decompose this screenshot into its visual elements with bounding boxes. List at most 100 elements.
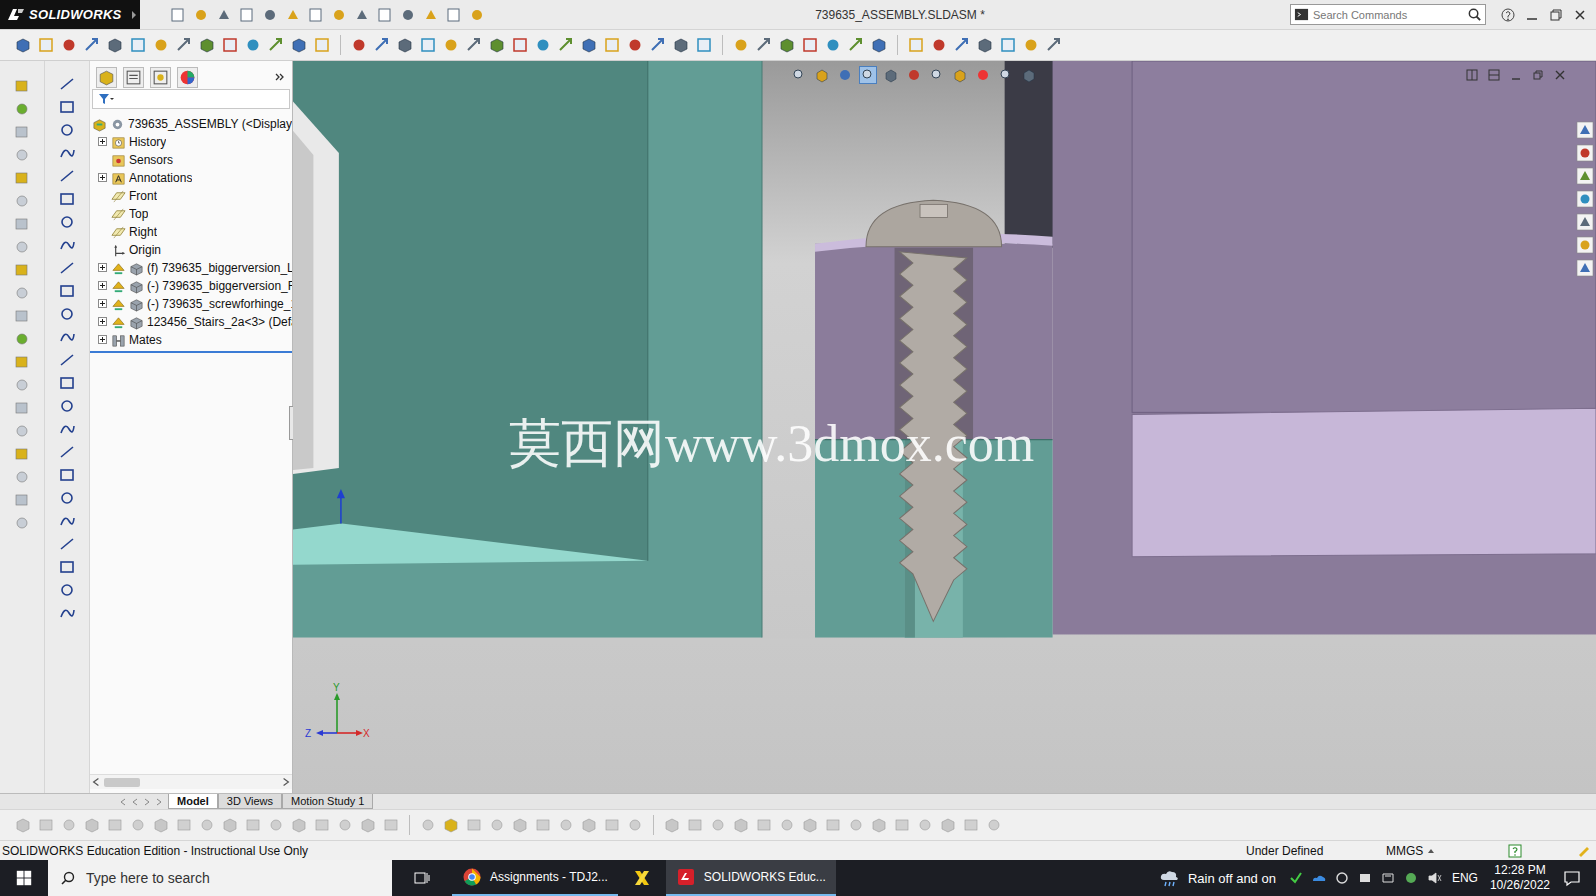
command-icon[interactable] bbox=[106, 36, 124, 54]
assembly-tool-icon[interactable] bbox=[129, 816, 147, 834]
command-icon[interactable] bbox=[1022, 36, 1040, 54]
quick-tool-icon[interactable] bbox=[446, 7, 462, 23]
property-tab-icon[interactable] bbox=[123, 67, 144, 88]
quick-tool-icon[interactable] bbox=[354, 7, 370, 23]
sketch-tool-icon[interactable] bbox=[58, 351, 76, 369]
windows-start-icon[interactable] bbox=[15, 869, 33, 887]
tree-item[interactable]: Origin bbox=[90, 241, 292, 259]
command-icon[interactable] bbox=[14, 36, 32, 54]
view-tool-icon[interactable] bbox=[1021, 67, 1037, 83]
expand-toggle-icon[interactable] bbox=[98, 137, 107, 146]
command-icon[interactable] bbox=[37, 36, 55, 54]
input-language[interactable]: ENG bbox=[1452, 871, 1478, 885]
menu-arrow-icon[interactable] bbox=[130, 9, 138, 21]
quick-tool-icon[interactable] bbox=[377, 7, 393, 23]
taskbar-search-field[interactable]: Type here to search bbox=[48, 860, 392, 896]
feature-tool-icon[interactable] bbox=[13, 215, 31, 233]
feature-tree-tab-icon[interactable] bbox=[96, 67, 117, 88]
command-icon[interactable] bbox=[847, 36, 865, 54]
command-icon[interactable] bbox=[488, 36, 506, 54]
sketch-tool-icon[interactable] bbox=[58, 397, 76, 415]
view-tool-icon[interactable] bbox=[906, 67, 922, 83]
command-icon[interactable] bbox=[953, 36, 971, 54]
command-icon[interactable] bbox=[267, 36, 285, 54]
tree-item[interactable]: Mates bbox=[90, 331, 292, 349]
command-icon[interactable] bbox=[778, 36, 796, 54]
assembly-tool-icon[interactable] bbox=[221, 816, 239, 834]
sketch-tool-icon[interactable] bbox=[58, 236, 76, 254]
sketch-tool-icon[interactable] bbox=[58, 512, 76, 530]
sketch-tool-icon[interactable] bbox=[58, 98, 76, 116]
expand-toggle-icon[interactable] bbox=[98, 317, 107, 326]
command-icon[interactable] bbox=[511, 36, 529, 54]
view-tool-icon[interactable] bbox=[883, 67, 899, 83]
sketch-tool-icon[interactable] bbox=[58, 121, 76, 139]
restore-icon[interactable] bbox=[1548, 7, 1564, 23]
feature-tool-icon[interactable] bbox=[13, 284, 31, 302]
assembly-tool-icon[interactable] bbox=[916, 816, 934, 834]
expand-toggle-icon[interactable] bbox=[98, 335, 107, 344]
tray-icon[interactable] bbox=[1334, 870, 1350, 886]
command-icon[interactable] bbox=[930, 36, 948, 54]
tree-horizontal-scrollbar[interactable] bbox=[90, 774, 292, 789]
command-icon[interactable] bbox=[83, 36, 101, 54]
expand-toggle-icon[interactable] bbox=[98, 281, 107, 290]
command-icon[interactable] bbox=[198, 36, 216, 54]
feature-tool-icon[interactable] bbox=[13, 514, 31, 532]
assembly-tool-icon[interactable] bbox=[847, 816, 865, 834]
assembly-model[interactable] bbox=[293, 61, 1596, 793]
assembly-tool-icon[interactable] bbox=[755, 816, 773, 834]
command-icon[interactable] bbox=[129, 36, 147, 54]
command-icon[interactable] bbox=[801, 36, 819, 54]
sketch-tool-icon[interactable] bbox=[58, 420, 76, 438]
pinned-app-icon[interactable] bbox=[632, 868, 652, 888]
assembly-tool-icon[interactable] bbox=[732, 816, 750, 834]
command-icon[interactable] bbox=[175, 36, 193, 54]
feature-tool-icon[interactable] bbox=[13, 192, 31, 210]
quick-tool-icon[interactable] bbox=[423, 7, 439, 23]
model-tab[interactable]: Motion Study 1 bbox=[282, 794, 373, 809]
filter-funnel-icon[interactable] bbox=[97, 93, 115, 105]
task-pane-icon[interactable] bbox=[1576, 259, 1594, 277]
feature-tool-icon[interactable] bbox=[13, 307, 31, 325]
assembly-tool-icon[interactable] bbox=[962, 816, 980, 834]
quick-tool-icon[interactable] bbox=[193, 7, 209, 23]
assembly-tool-icon[interactable] bbox=[465, 816, 483, 834]
quick-tool-icon[interactable] bbox=[400, 7, 416, 23]
assembly-tool-icon[interactable] bbox=[709, 816, 727, 834]
tree-item[interactable]: Sensors bbox=[90, 151, 292, 169]
command-icon[interactable] bbox=[976, 36, 994, 54]
command-icon[interactable] bbox=[870, 36, 888, 54]
tab-scroll-icon[interactable] bbox=[130, 797, 140, 807]
solidworks-logo[interactable]: SOLIDWORKS bbox=[0, 0, 140, 29]
command-icon[interactable] bbox=[672, 36, 690, 54]
rebuild-icon[interactable] bbox=[1576, 844, 1590, 858]
assembly-tool-icon[interactable] bbox=[198, 816, 216, 834]
assembly-tool-icon[interactable] bbox=[626, 816, 644, 834]
quick-tool-icon[interactable] bbox=[469, 7, 485, 23]
assembly-tool-icon[interactable] bbox=[824, 816, 842, 834]
tree-item[interactable]: Right bbox=[90, 223, 292, 241]
command-icon[interactable] bbox=[626, 36, 644, 54]
feature-tool-icon[interactable] bbox=[13, 238, 31, 256]
tree-item[interactable]: Top bbox=[90, 205, 292, 223]
graphics-viewport[interactable]: YXZ莫西网www.3dmox.com bbox=[293, 61, 1596, 793]
tree-item[interactable]: Front bbox=[90, 187, 292, 205]
assembly-tool-icon[interactable] bbox=[893, 816, 911, 834]
assembly-tool-icon[interactable] bbox=[83, 816, 101, 834]
assembly-tool-icon[interactable] bbox=[442, 816, 460, 834]
sketch-tool-icon[interactable] bbox=[58, 604, 76, 622]
tray-icon[interactable] bbox=[1380, 870, 1396, 886]
rollback-bar[interactable] bbox=[90, 351, 292, 353]
feature-tool-icon[interactable] bbox=[13, 468, 31, 486]
command-icon[interactable] bbox=[1045, 36, 1063, 54]
scroll-left-icon[interactable] bbox=[90, 776, 102, 788]
sketch-tool-icon[interactable] bbox=[58, 144, 76, 162]
task-pane-icon[interactable] bbox=[1576, 236, 1594, 254]
assembly-tool-icon[interactable] bbox=[603, 816, 621, 834]
sketch-tool-icon[interactable] bbox=[58, 581, 76, 599]
configuration-tab-icon[interactable] bbox=[150, 67, 171, 88]
feature-tool-icon[interactable] bbox=[13, 169, 31, 187]
viewport-minimize-icon[interactable] bbox=[1510, 69, 1522, 81]
quick-tips-icon[interactable] bbox=[1508, 844, 1522, 858]
